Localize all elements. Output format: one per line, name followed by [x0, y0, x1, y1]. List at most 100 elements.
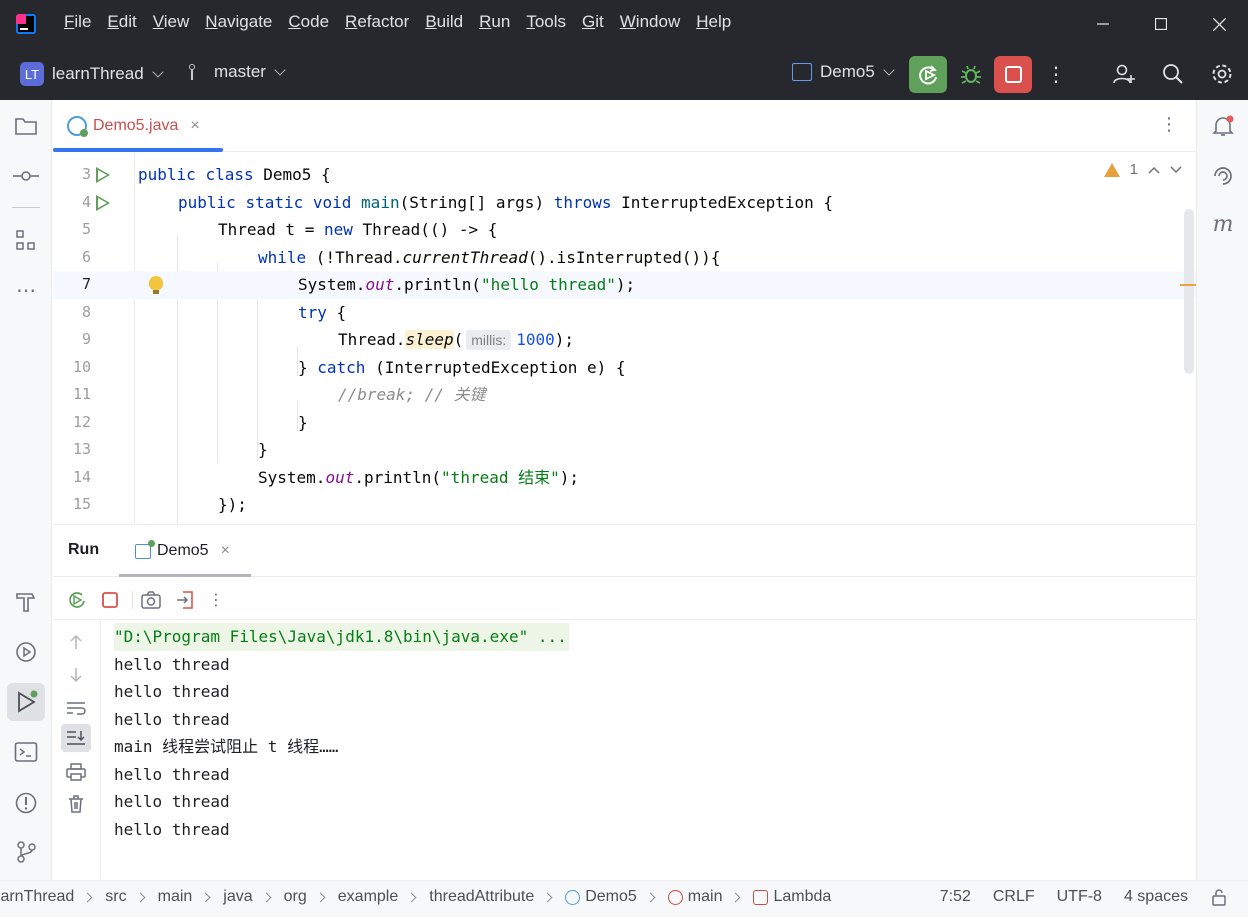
more-tabs-icon[interactable]: ⋮: [1160, 114, 1178, 135]
console-output[interactable]: "D:\Program Files\Java\jdk1.8\bin\java.e…: [114, 623, 569, 843]
maven-icon[interactable]: m: [1209, 210, 1237, 238]
chevron-right-icon: [731, 892, 741, 902]
editor-tab-bar: Demo5.java × ⋮: [53, 100, 1196, 152]
line-separator[interactable]: CRLF: [993, 888, 1035, 906]
commit-icon[interactable]: [12, 162, 40, 190]
chevron-right-icon: [315, 892, 326, 902]
window-controls: [1074, 0, 1248, 48]
camera-snapshot-icon[interactable]: [140, 589, 162, 611]
menu-build[interactable]: Build: [425, 12, 463, 32]
clear-trash-icon[interactable]: [65, 793, 87, 815]
exit-icon[interactable]: [174, 589, 196, 611]
line-number: 9: [81, 330, 91, 348]
print-icon[interactable]: [65, 761, 87, 783]
problems-icon[interactable]: [12, 789, 40, 817]
stop-icon[interactable]: [99, 589, 121, 611]
menu-refactor[interactable]: Refactor: [345, 12, 409, 32]
divider: [132, 591, 133, 609]
menu-help[interactable]: Help: [696, 12, 731, 32]
rerun-icon: [919, 64, 937, 84]
breadcrumb-item[interactable]: java: [223, 888, 252, 906]
build-hammer-icon[interactable]: [12, 588, 40, 616]
add-user-icon[interactable]: [1110, 60, 1138, 88]
more-tools-icon[interactable]: ⋯: [12, 276, 40, 304]
branch-name: master: [214, 62, 266, 81]
breadcrumb-item[interactable]: org: [284, 888, 307, 906]
intellij-logo-icon[interactable]: [16, 14, 36, 34]
line-number: 12: [72, 412, 91, 431]
close-tab-icon[interactable]: ×: [221, 542, 230, 560]
chevron-down-icon[interactable]: [1170, 165, 1182, 174]
breadcrumb-item[interactable]: main: [688, 888, 723, 906]
caret-position[interactable]: 7:52: [940, 888, 971, 906]
run-gutter-icon[interactable]: [96, 194, 110, 211]
menu-edit[interactable]: Edit: [107, 12, 136, 32]
code-text: while (!Thread.currentThread().isInterru…: [258, 247, 721, 267]
more-options-icon[interactable]: ⋮: [205, 589, 227, 611]
main-menu: File Edit View Navigate Code Refactor Bu…: [64, 12, 747, 32]
indent-setting[interactable]: 4 spaces: [1124, 888, 1188, 906]
git-icon[interactable]: [12, 838, 40, 866]
breadcrumb-item[interactable]: src: [105, 888, 126, 906]
inspection-widget[interactable]: 1: [1103, 161, 1182, 178]
git-branch-selector[interactable]: master: [188, 62, 286, 82]
search-icon[interactable]: [1159, 60, 1187, 88]
structure-icon[interactable]: [12, 226, 40, 254]
run-gutter-icon[interactable]: [96, 167, 110, 183]
code-line: 12 }: [53, 409, 1196, 437]
menu-file[interactable]: File: [64, 12, 91, 32]
soft-wrap-icon[interactable]: [65, 697, 87, 719]
menu-window[interactable]: Window: [620, 12, 680, 32]
stop-button[interactable]: [994, 56, 1032, 93]
status-bar: learnThread src main java org example th…: [0, 880, 1248, 917]
menu-navigate[interactable]: Navigate: [205, 12, 272, 32]
breadcrumb-item[interactable]: threadAttribute: [429, 888, 534, 906]
lightbulb-intention-icon[interactable]: [149, 276, 163, 294]
file-encoding[interactable]: UTF-8: [1057, 888, 1102, 906]
code-line: 8 try {: [53, 299, 1196, 327]
menu-view[interactable]: View: [153, 12, 190, 32]
terminal-icon[interactable]: [12, 738, 40, 766]
ai-assistant-icon[interactable]: [1209, 162, 1237, 190]
lock-icon[interactable]: [1210, 888, 1228, 906]
line-number: 15: [72, 495, 91, 513]
maximize-icon[interactable]: [1132, 0, 1190, 48]
rerun-icon[interactable]: [66, 589, 88, 611]
project-folder-icon[interactable]: [12, 112, 40, 140]
more-actions-icon[interactable]: ⋮: [1046, 62, 1066, 87]
breadcrumb-item[interactable]: learnThread: [0, 888, 74, 906]
run-tab-demo5[interactable]: Demo5 ×: [119, 525, 251, 577]
debug-button[interactable]: [952, 56, 990, 93]
code-editor[interactable]: 3 public class Demo5 { 4 public static v…: [53, 153, 1196, 523]
editor-tab-demo5[interactable]: Demo5.java ×: [53, 100, 223, 152]
project-selector[interactable]: LT learnThread: [20, 62, 164, 86]
warning-icon: [1103, 162, 1120, 177]
code-line: 14 System.out.println("thread 结束");: [53, 464, 1196, 492]
rerun-button[interactable]: [909, 56, 947, 93]
code-text: public class Demo5 {: [138, 165, 331, 184]
notifications-bell-icon[interactable]: [1209, 112, 1237, 140]
chevron-up-icon[interactable]: [1148, 166, 1160, 174]
menu-tools[interactable]: Tools: [526, 12, 566, 32]
breadcrumb-item[interactable]: Demo5: [585, 888, 637, 906]
close-window-icon[interactable]: [1190, 0, 1248, 48]
breadcrumb-item[interactable]: Lambda: [773, 888, 831, 906]
settings-gear-icon[interactable]: [1208, 60, 1236, 88]
menu-code[interactable]: Code: [288, 12, 329, 32]
console-command-line: "D:\Program Files\Java\jdk1.8\bin\java.e…: [114, 623, 569, 651]
arrow-up-icon[interactable]: [65, 631, 87, 653]
scroll-to-end-icon[interactable]: [61, 724, 91, 752]
console-line: hello thread: [114, 654, 230, 674]
code-comment: //break; // 关键: [338, 385, 486, 404]
run-tool-icon[interactable]: [7, 683, 45, 721]
run-configuration-selector[interactable]: Demo5: [792, 62, 895, 82]
menu-run[interactable]: Run: [479, 12, 510, 32]
breadcrumb-item[interactable]: main: [158, 888, 193, 906]
minimize-icon[interactable]: [1074, 0, 1132, 48]
menu-git[interactable]: Git: [582, 12, 604, 32]
close-tab-icon[interactable]: ×: [190, 117, 199, 135]
editor-scrollbar[interactable]: [1184, 209, 1194, 374]
services-icon[interactable]: [12, 638, 40, 666]
arrow-down-icon[interactable]: [65, 664, 87, 686]
breadcrumb-item[interactable]: example: [338, 888, 398, 906]
